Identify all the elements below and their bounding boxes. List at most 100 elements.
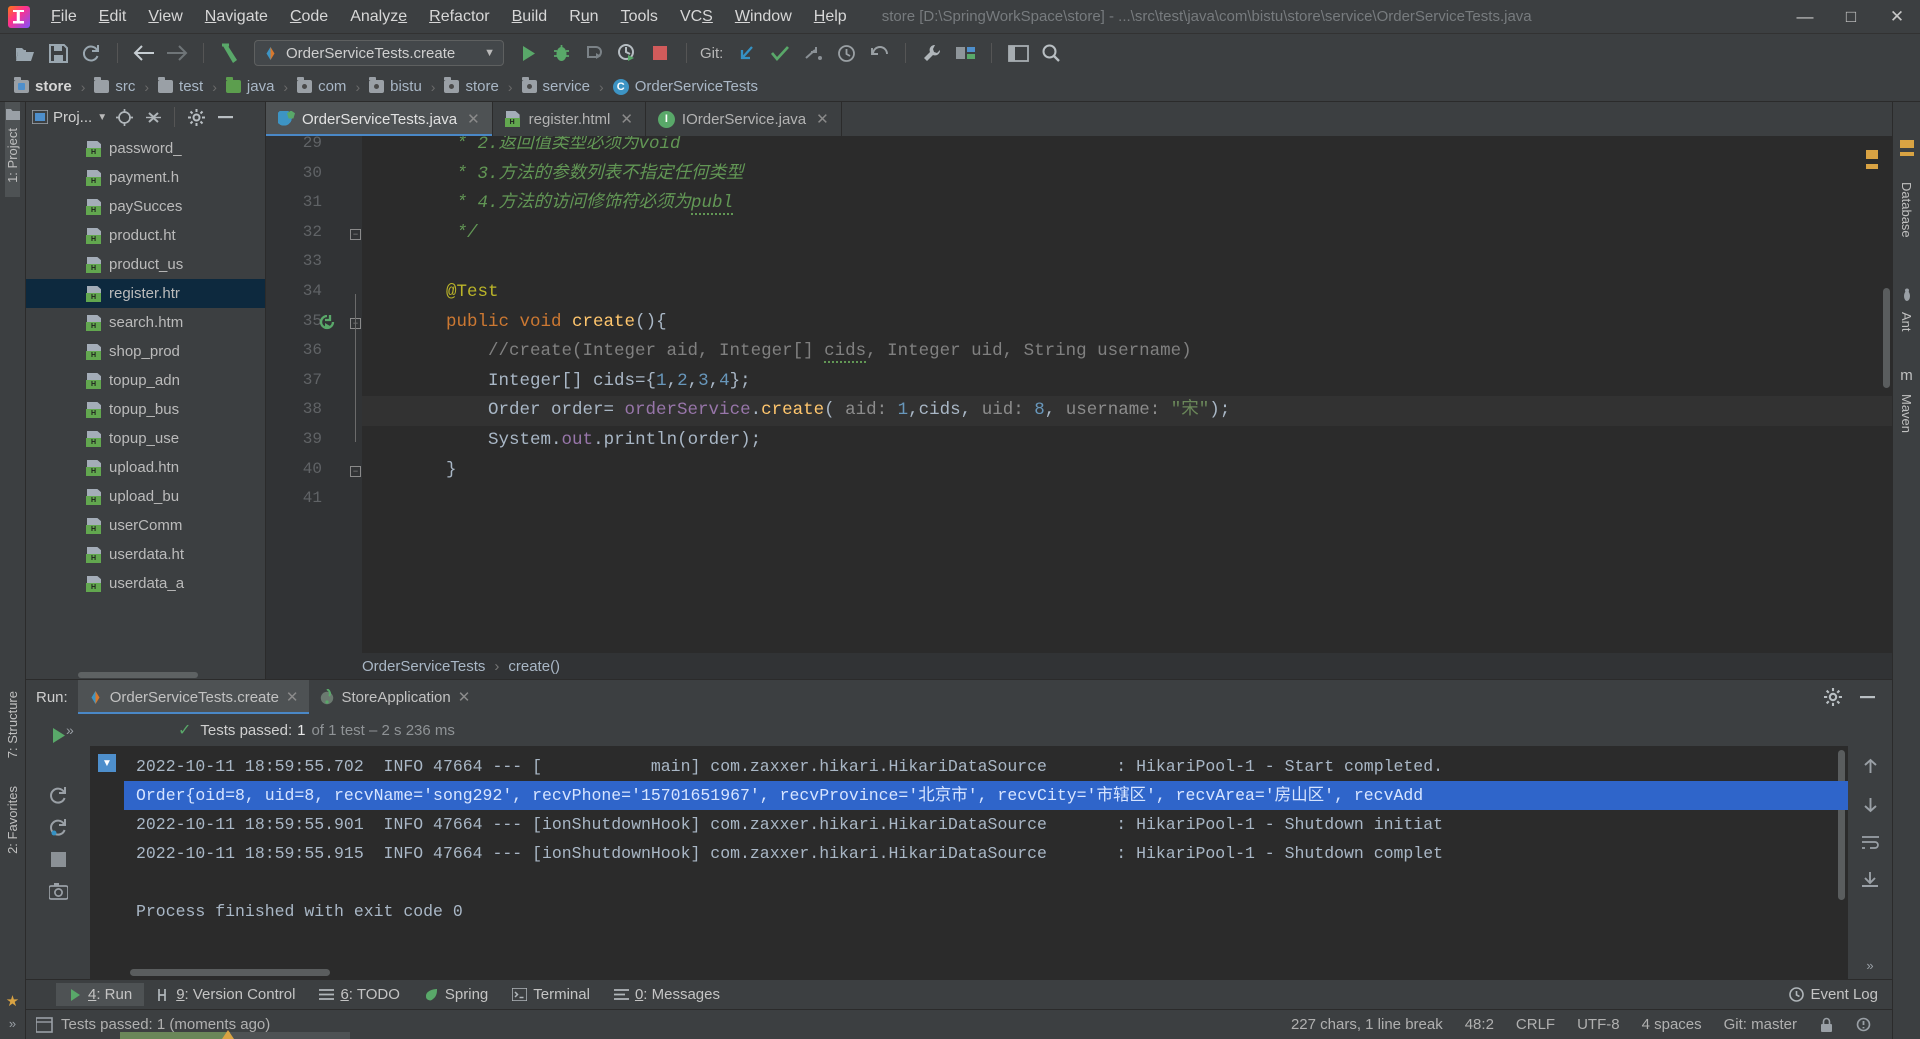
tree-file-item[interactable]: HpaySucces — [26, 192, 265, 221]
fold-handle-icon[interactable]: − — [350, 465, 361, 477]
editor-vertical-scrollbar[interactable] — [1880, 136, 1892, 653]
project-file-tree[interactable]: Hpassword_ Hpayment.h HpaySucces Hproduct.h… — [26, 132, 265, 670]
chevron-down-icon[interactable]: ▼ — [97, 112, 107, 123]
back-arrow-icon[interactable] — [129, 39, 159, 67]
collapse-triangle-icon[interactable]: ▼ — [98, 754, 116, 772]
locate-file-icon[interactable] — [112, 106, 136, 128]
close-button[interactable]: ✕ — [1874, 0, 1920, 34]
breadcrumb-method[interactable]: create() — [508, 658, 560, 675]
tree-file-item[interactable]: Huserdata_a — [26, 569, 265, 598]
menu-item-edit[interactable]: Edit — [88, 4, 138, 30]
git-push-icon[interactable] — [798, 39, 828, 67]
tree-file-item[interactable]: HuserComm — [26, 511, 265, 540]
run-tab-storeapplication[interactable]: StoreApplication ✕ — [309, 680, 481, 714]
sidebar-item-maven[interactable]: Maven — [1899, 384, 1914, 443]
menu-item-refactor[interactable]: Refactor — [418, 4, 500, 30]
tree-file-item[interactable]: Hupload_bu — [26, 482, 265, 511]
sync-icon[interactable] — [76, 39, 106, 67]
editor-tab-orderservicetests[interactable]: OrderServiceTests.java ✕ — [266, 102, 493, 136]
run-icon[interactable] — [513, 39, 543, 67]
git-rollback-icon[interactable] — [864, 39, 894, 67]
console-horizontal-scrollbar[interactable] — [124, 965, 1848, 979]
tree-file-item[interactable]: Hproduct.ht — [26, 221, 265, 250]
menu-item-tools[interactable]: Tools — [610, 4, 669, 30]
run-test-gutter-icon[interactable] — [319, 314, 335, 331]
project-panel-title[interactable]: Proj... — [53, 109, 92, 126]
maximize-button[interactable]: □ — [1828, 0, 1874, 34]
soft-wrap-icon[interactable] — [1855, 828, 1885, 856]
save-all-icon[interactable] — [43, 39, 73, 67]
run-tab-orderservicetests[interactable]: OrderServiceTests.create ✕ — [77, 680, 309, 714]
tree-file-item[interactable]: Hupload.htn — [26, 453, 265, 482]
file-encoding[interactable]: UTF-8 — [1566, 1016, 1631, 1033]
expand-rail-icon[interactable]: » — [9, 1016, 16, 1039]
breadcrumb-item-test[interactable]: test — [154, 77, 207, 96]
menu-item-navigate[interactable]: Navigate — [194, 4, 279, 30]
breadcrumb-item-java[interactable]: java — [222, 77, 279, 96]
sidebar-item-project[interactable]: 1: Project — [5, 102, 20, 197]
menu-item-help[interactable]: Help — [803, 4, 858, 30]
caret-position[interactable]: 48:2 — [1454, 1016, 1505, 1033]
menu-item-window[interactable]: Window — [724, 4, 803, 30]
collapse-all-icon[interactable] — [141, 106, 165, 128]
tree-file-item[interactable]: Hregister.htr — [26, 279, 265, 308]
editor-tab-register[interactable]: Hregister.html ✕ — [493, 102, 646, 136]
breadcrumb-item-store[interactable]: store — [10, 77, 76, 96]
breadcrumb-item-store[interactable]: store — [440, 77, 502, 96]
gear-icon[interactable] — [1818, 683, 1848, 711]
console-vertical-scrollbar[interactable] — [1837, 746, 1846, 961]
close-icon[interactable]: ✕ — [620, 110, 633, 128]
tree-file-item[interactable]: Htopup_bus — [26, 395, 265, 424]
sidebar-item-ant[interactable]: Ant — [1899, 302, 1914, 342]
warning-stripe-marker-2[interactable] — [1866, 164, 1878, 169]
close-icon[interactable]: ✕ — [467, 110, 480, 128]
tool-window-button-messages[interactable]: 0: Messages — [602, 983, 732, 1006]
rerun-failed-tests-icon[interactable] — [43, 780, 73, 810]
profile-icon[interactable] — [612, 39, 642, 67]
menu-item-code[interactable]: Code — [279, 4, 339, 30]
export-icon[interactable] — [1855, 866, 1885, 894]
git-commit-icon[interactable] — [765, 39, 795, 67]
tree-file-item[interactable]: Htopup_adn — [26, 366, 265, 395]
tree-file-item[interactable]: Huserdata.ht — [26, 540, 265, 569]
indent-setting[interactable]: 4 spaces — [1631, 1016, 1713, 1033]
expand-chevron-icon[interactable]: » — [66, 722, 74, 738]
breadcrumb-item-com[interactable]: com — [293, 77, 350, 96]
build-hammer-icon[interactable] — [215, 39, 245, 67]
favorites-star-icon[interactable]: ★ — [6, 992, 19, 1016]
close-icon[interactable]: ✕ — [286, 688, 299, 706]
hide-panel-icon[interactable] — [1852, 683, 1882, 711]
scroll-down-icon[interactable] — [1855, 790, 1885, 818]
forward-arrow-icon[interactable] — [162, 39, 192, 67]
breadcrumb-class[interactable]: OrderServiceTests — [362, 658, 485, 675]
git-history-icon[interactable] — [831, 39, 861, 67]
tool-window-button-run[interactable]: 4: Run — [56, 983, 145, 1006]
breadcrumb-item-service[interactable]: service — [518, 77, 595, 96]
run-with-coverage-icon[interactable] — [579, 39, 609, 67]
tree-file-item[interactable]: Htopup_use — [26, 424, 265, 453]
toggle-auto-test-icon[interactable] — [43, 812, 73, 842]
lock-icon[interactable] — [1808, 1017, 1845, 1033]
tree-file-item[interactable]: Hproduct_us — [26, 250, 265, 279]
search-everywhere-icon[interactable] — [1036, 39, 1066, 67]
run-configuration-selector[interactable]: OrderServiceTests.create ▼ — [254, 40, 504, 66]
menu-item-file[interactable]: File — [40, 4, 88, 30]
git-branch[interactable]: Git: master — [1713, 1016, 1808, 1033]
debug-icon[interactable] — [546, 39, 576, 67]
scroll-up-icon[interactable] — [1855, 752, 1885, 780]
tool-window-button-spring[interactable]: Spring — [412, 983, 500, 1006]
tree-file-item[interactable]: Hshop_prod — [26, 337, 265, 366]
menu-item-analyze[interactable]: Analyze — [339, 4, 418, 30]
gear-icon[interactable] — [184, 106, 208, 128]
more-actions-icon[interactable]: » — [1866, 958, 1873, 979]
breadcrumb-item-src[interactable]: src — [90, 77, 139, 96]
line-separator[interactable]: CRLF — [1505, 1016, 1566, 1033]
event-log-button[interactable]: Event Log — [1789, 986, 1878, 1003]
editor-tab-iorderservice[interactable]: I IOrderService.java ✕ — [646, 102, 842, 136]
breadcrumb-item-orderservicetests[interactable]: C OrderServiceTests — [609, 77, 762, 96]
breadcrumb-item-bistu[interactable]: bistu — [365, 77, 426, 96]
sidebar-item-favorites[interactable]: 2: Favorites — [5, 772, 20, 868]
stop-icon[interactable] — [645, 39, 675, 67]
minimize-button[interactable]: — — [1782, 0, 1828, 34]
menu-item-run[interactable]: Run — [558, 4, 609, 30]
